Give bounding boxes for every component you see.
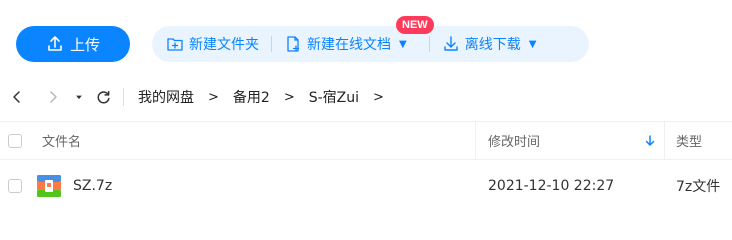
table-header: 文件名 修改时间 类型 (0, 121, 732, 160)
breadcrumb-separator: > (208, 89, 219, 105)
file-modified-time: 2021-12-10 22:27 (488, 178, 615, 194)
file-name[interactable]: SZ.7z (73, 178, 112, 194)
column-header-name[interactable]: 文件名 (42, 131, 81, 150)
breadcrumb-separator: > (373, 89, 384, 105)
breadcrumb-separator: > (283, 89, 295, 105)
file-table: 文件名 修改时间 类型 SZ.7z 2021-12-10 22:27 7z文件 (0, 121, 732, 212)
refresh-icon (97, 90, 110, 104)
column-divider (475, 122, 476, 160)
select-all-checkbox[interactable] (8, 133, 22, 148)
sort-descending-icon[interactable] (643, 134, 657, 148)
column-divider (664, 122, 665, 160)
new-online-doc-label: 新建在线文档 (307, 37, 391, 53)
caret-down-icon: ▼ (399, 38, 407, 50)
breadcrumb-item[interactable]: 备用2 (233, 87, 270, 107)
divider (271, 36, 272, 52)
upload-button[interactable]: 上传 (16, 26, 130, 62)
history-dropdown-button[interactable] (74, 92, 84, 102)
chevron-right-icon (50, 91, 57, 103)
refresh-button[interactable] (96, 90, 111, 105)
new-folder-label: 新建文件夹 (189, 37, 259, 53)
new-doc-icon (287, 36, 300, 52)
chevron-left-icon (13, 91, 20, 103)
divider (428, 36, 430, 52)
caret-down-icon (76, 95, 82, 100)
upload-label: 上传 (69, 35, 100, 54)
navigation-bar: 我的网盘 > 备用2 > S-宿Zui > (0, 80, 732, 114)
new-folder-icon (167, 38, 183, 51)
offline-download-button[interactable]: 离线下载 ▼ (442, 34, 537, 54)
action-bar: 新建文件夹 新建在线文档 ▼ 离线下载 ▼ (152, 26, 589, 62)
divider (123, 88, 124, 106)
toolbar: 上传 新建文件夹 新建在线文档 ▼ 离线下载 ▼ NEW (0, 0, 732, 78)
archive-icon (37, 175, 61, 197)
caret-down-icon: ▼ (528, 38, 537, 50)
offline-download-label: 离线下载 (464, 37, 521, 53)
table-row[interactable]: SZ.7z 2021-12-10 22:27 7z文件 (0, 160, 732, 212)
upload-icon (48, 36, 62, 51)
download-icon (444, 36, 458, 51)
new-badge: NEW (396, 16, 434, 34)
column-header-type[interactable]: 类型 (676, 131, 702, 150)
file-type: 7z文件 (676, 179, 721, 195)
breadcrumb-item[interactable]: S-宿Zui (309, 87, 359, 107)
column-header-modified[interactable]: 修改时间 (488, 131, 540, 150)
new-online-doc-button[interactable]: 新建在线文档 ▼ (284, 34, 407, 54)
forward-button[interactable] (46, 90, 60, 104)
new-folder-button[interactable]: 新建文件夹 (166, 34, 259, 54)
row-checkbox[interactable] (8, 179, 22, 193)
back-button[interactable] (10, 90, 24, 104)
breadcrumb-item[interactable]: 我的网盘 (138, 87, 194, 107)
